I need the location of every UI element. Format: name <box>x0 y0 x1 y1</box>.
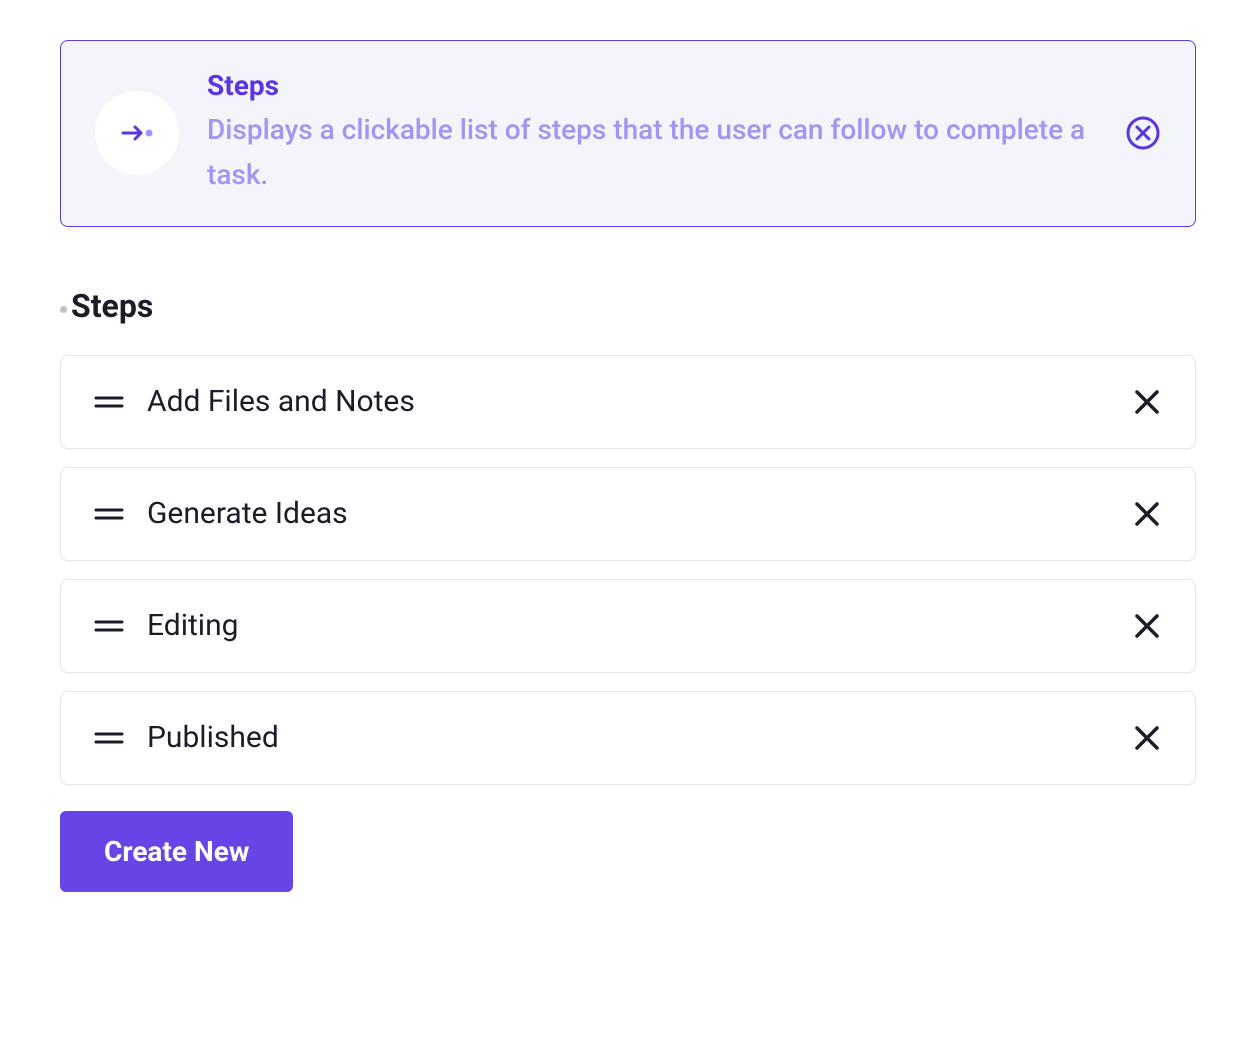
step-remove-button[interactable] <box>1131 610 1163 642</box>
steps-info-banner: Steps Displays a clickable list of steps… <box>60 40 1196 227</box>
banner-title: Steps <box>207 69 1097 102</box>
step-item <box>60 467 1196 561</box>
step-label-input[interactable] <box>147 379 1109 425</box>
drag-handle-icon[interactable] <box>93 722 125 754</box>
steps-icon <box>95 91 179 175</box>
drag-handle-icon[interactable] <box>93 498 125 530</box>
section-title: Steps <box>71 287 153 325</box>
banner-close-button[interactable] <box>1125 115 1161 151</box>
step-remove-button[interactable] <box>1131 498 1163 530</box>
drag-handle-icon[interactable] <box>93 610 125 642</box>
create-new-button[interactable]: Create New <box>60 811 293 892</box>
step-label-input[interactable] <box>147 603 1109 649</box>
step-item <box>60 355 1196 449</box>
step-remove-button[interactable] <box>1131 722 1163 754</box>
drag-handle-icon[interactable] <box>93 386 125 418</box>
banner-description: Displays a clickable list of steps that … <box>207 108 1097 198</box>
steps-list <box>60 355 1196 785</box>
section-header: Steps <box>60 287 1196 325</box>
banner-content: Steps Displays a clickable list of steps… <box>207 69 1097 198</box>
section-dot <box>60 306 67 313</box>
step-item <box>60 579 1196 673</box>
step-label-input[interactable] <box>147 491 1109 537</box>
step-remove-button[interactable] <box>1131 386 1163 418</box>
step-item <box>60 691 1196 785</box>
step-label-input[interactable] <box>147 715 1109 761</box>
